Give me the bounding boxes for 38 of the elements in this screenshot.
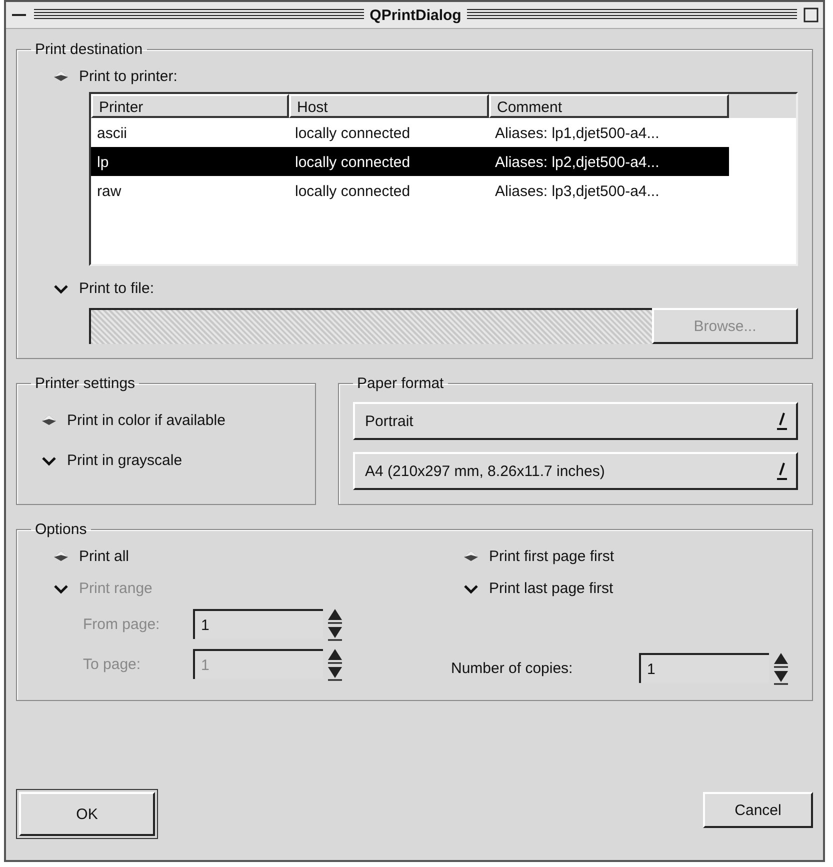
column-header[interactable]: Host bbox=[289, 94, 489, 118]
radio-label[interactable]: Print last page first bbox=[489, 580, 614, 596]
printer-row[interactable]: ascii locally connected Aliases: lp1,djet500-a4... bbox=[91, 118, 796, 147]
diamond-icon[interactable] bbox=[41, 414, 57, 426]
spin-arrows-icon[interactable] bbox=[327, 647, 343, 681]
check-mark-icon[interactable] bbox=[53, 282, 69, 294]
radio-label[interactable]: Print all bbox=[79, 548, 130, 564]
dialog-button[interactable]: Cancel bbox=[703, 792, 813, 828]
diamond-icon[interactable] bbox=[463, 550, 479, 562]
column-header[interactable]: Printer bbox=[91, 94, 289, 118]
radio-label[interactable]: Print to file: bbox=[79, 280, 154, 296]
group-title: Paper format bbox=[356, 375, 445, 392]
radio-label[interactable]: Print to printer: bbox=[79, 68, 178, 84]
page-spin-box[interactable]: 1 bbox=[193, 609, 323, 639]
diamond-icon[interactable] bbox=[53, 70, 69, 82]
radio-label[interactable]: Print first page first bbox=[489, 548, 614, 564]
dialog-button[interactable]: OK bbox=[19, 792, 155, 836]
column-header[interactable]: Comment bbox=[489, 94, 729, 118]
radio-label[interactable]: Print in color if available bbox=[67, 412, 226, 428]
group-title: Printer settings bbox=[34, 375, 136, 392]
check-mark-icon[interactable] bbox=[463, 582, 479, 594]
maximize-icon[interactable] bbox=[803, 7, 820, 23]
radio-label[interactable]: Print in grayscale bbox=[67, 452, 182, 468]
field-label: To page: bbox=[83, 656, 142, 672]
group-title: Options bbox=[34, 521, 88, 538]
copies-spin-box[interactable]: 1 bbox=[639, 653, 769, 683]
combo-box[interactable]: Portrait bbox=[353, 402, 798, 440]
spin-arrows-icon[interactable] bbox=[327, 607, 343, 641]
combo-box[interactable]: A4 (210x297 mm, 8.26x11.7 inches) bbox=[353, 452, 798, 490]
window-title: QPrintDialog bbox=[370, 6, 462, 24]
printer-row[interactable]: raw locally connected Aliases: lp3,djet500-a4... bbox=[91, 176, 796, 205]
diamond-icon[interactable] bbox=[53, 550, 69, 562]
field-label: Number of copies: bbox=[450, 660, 574, 676]
group-title: Print destination bbox=[34, 41, 144, 58]
printer-row[interactable]: lp locally connected Aliases: lp2,djet500-a4... bbox=[91, 147, 729, 176]
check-mark-icon[interactable] bbox=[41, 454, 57, 466]
spin-arrows-icon[interactable] bbox=[773, 651, 789, 685]
field-label: From page: bbox=[83, 616, 161, 632]
